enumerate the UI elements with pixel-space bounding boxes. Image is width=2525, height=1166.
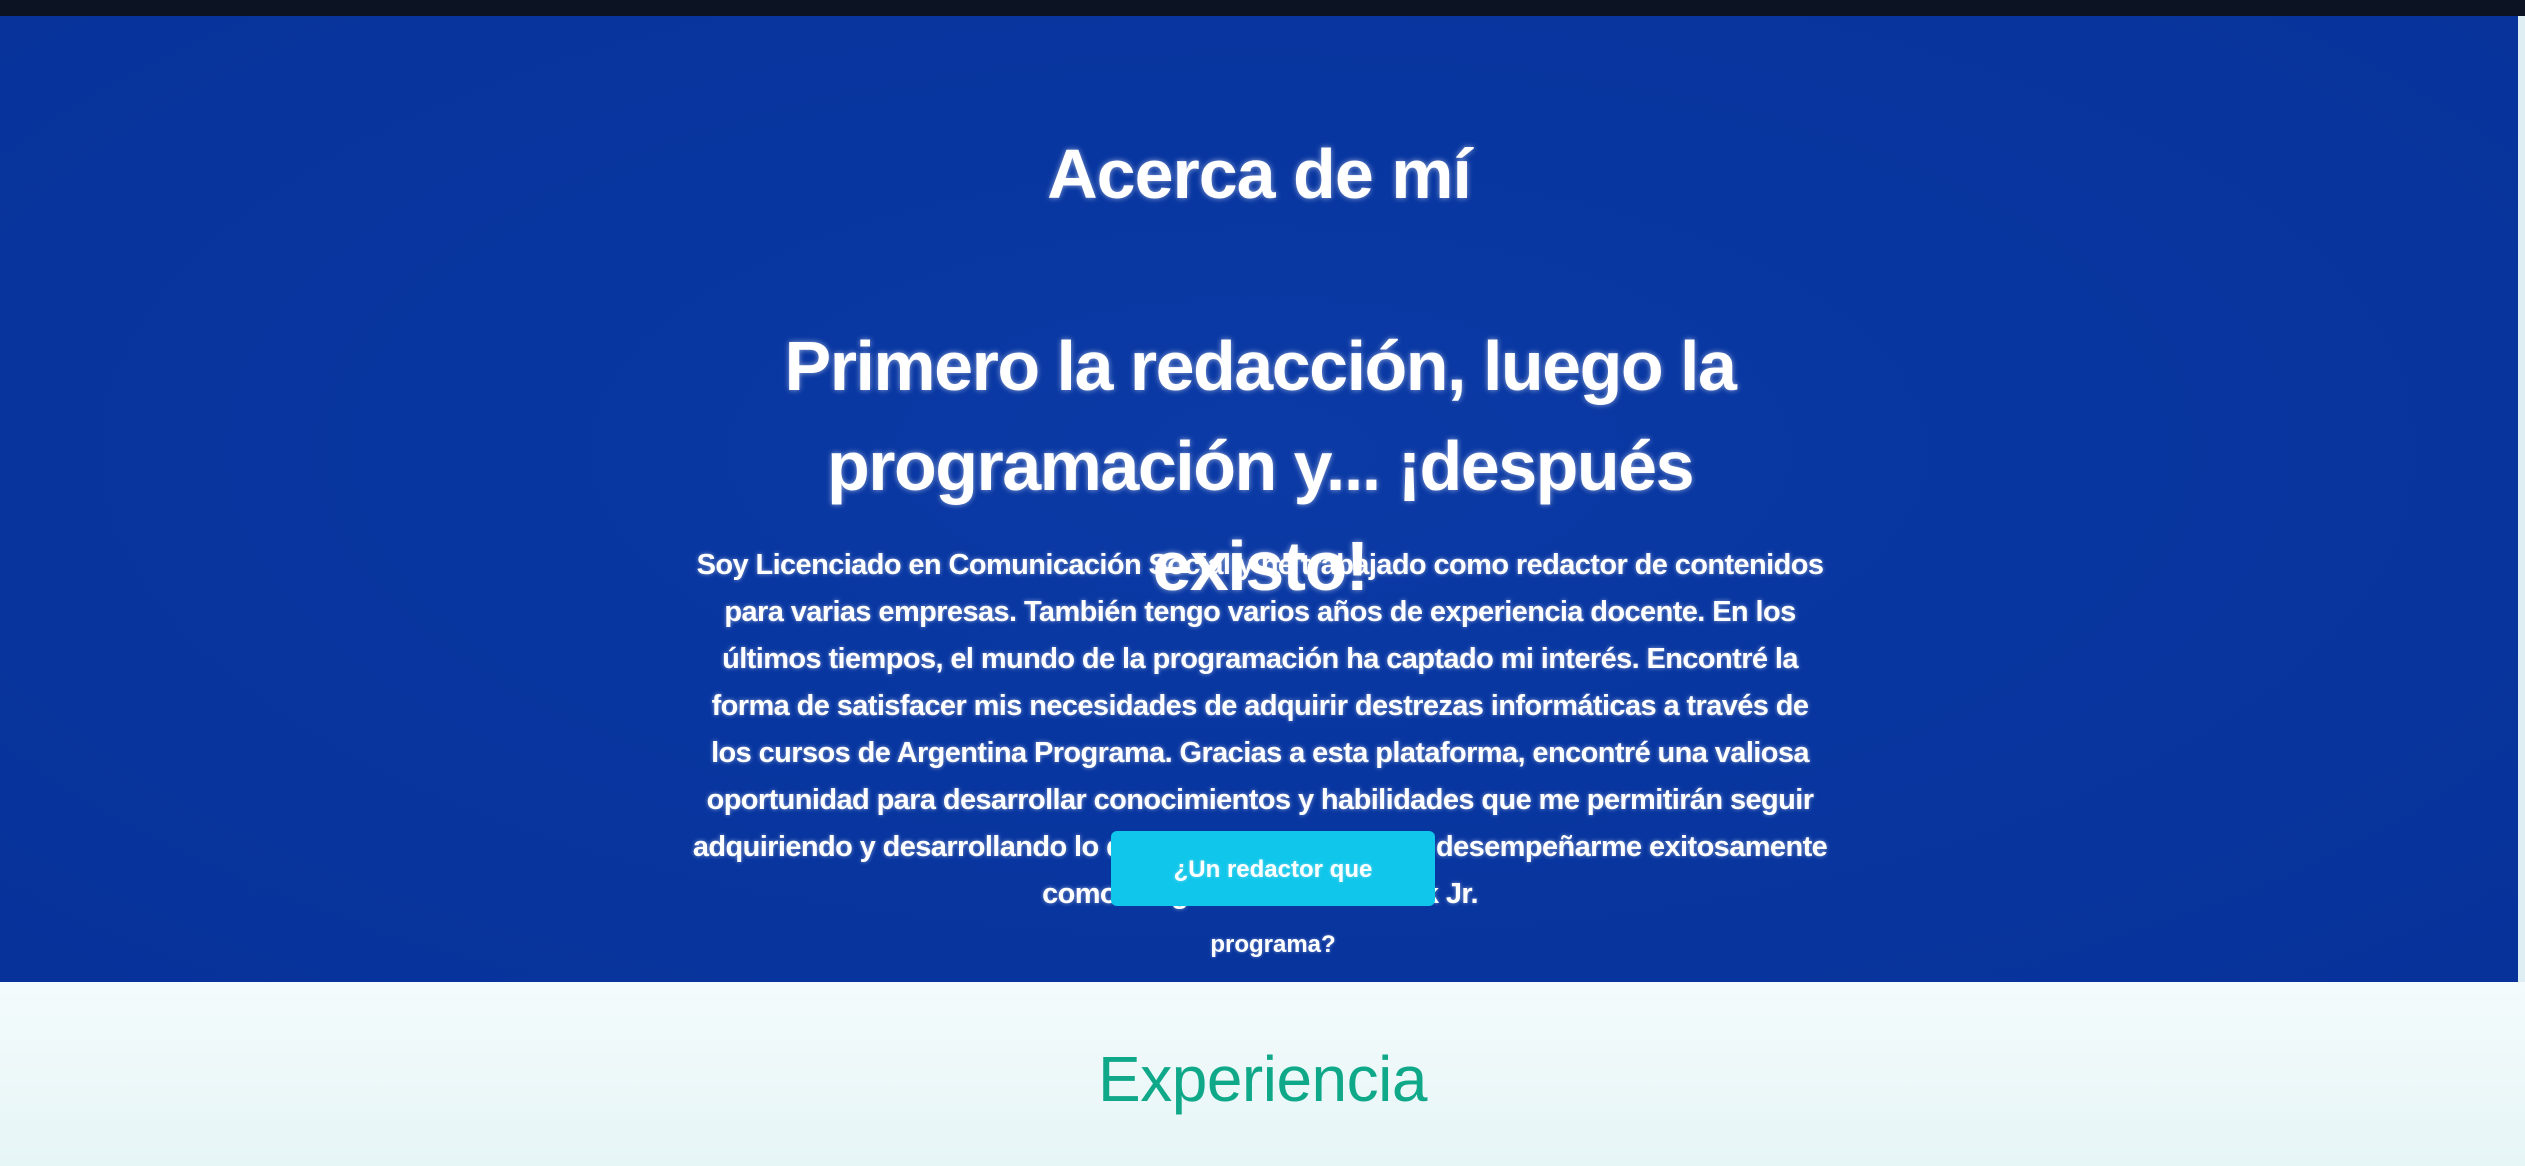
experience-title: Experiencia xyxy=(1098,1043,1427,1115)
writer-who-codes-button[interactable]: ¿Un redactor que programa? xyxy=(1111,831,1435,958)
about-title: Acerca de mí xyxy=(1047,135,1472,213)
top-bezel xyxy=(0,0,2525,16)
right-edge-divider xyxy=(2518,16,2525,982)
experience-section: Experiencia xyxy=(0,982,2525,1166)
about-section: Acerca de mí Primero la redacción, luego… xyxy=(0,16,2518,982)
page-screen: Acerca de mí Primero la redacción, luego… xyxy=(0,0,2525,1166)
